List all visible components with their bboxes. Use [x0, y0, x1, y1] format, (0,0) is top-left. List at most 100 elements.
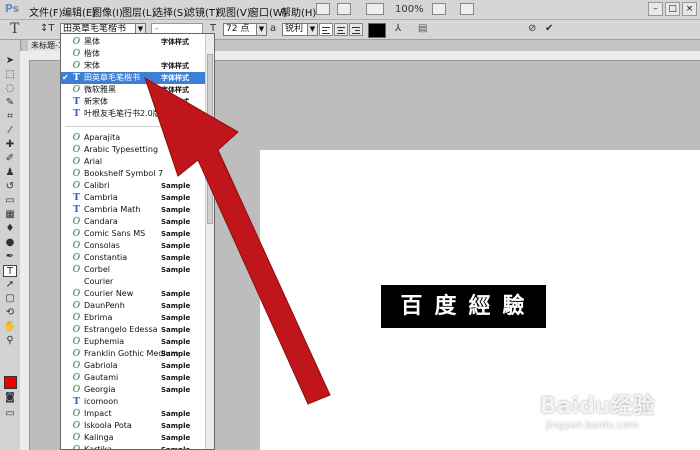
baidu-watermark: Baidu经验 jingyan.baidu.com — [540, 388, 690, 438]
opentype-font-icon: O — [72, 169, 81, 179]
screen-mode-icon[interactable] — [460, 3, 474, 15]
opentype-font-icon: O — [72, 409, 81, 419]
lasso-tool-icon[interactable]: ◌ — [3, 83, 17, 95]
character-panel-icon[interactable]: ▤ — [418, 23, 427, 34]
font-list-item[interactable]: O Courier New Sample — [61, 288, 207, 300]
cancel-icon[interactable]: ⊘ — [528, 23, 536, 34]
font-list-item[interactable]: O Bookshelf Symbol 7 — [61, 168, 207, 180]
commit-check-icon[interactable]: ✔ — [545, 23, 553, 34]
font-list-item[interactable]: O 楷体 — [61, 48, 207, 60]
font-list-item[interactable]: O 黑体 字体样式 — [61, 36, 207, 48]
3d-rotate-icon[interactable]: ⟲ — [3, 307, 17, 319]
arrange-documents-icon[interactable] — [432, 3, 446, 15]
gradient-tool-icon[interactable]: ▦ — [3, 209, 17, 221]
close-window-button[interactable]: × — [682, 2, 697, 16]
font-list-item[interactable]: O Gabriola Sample — [61, 360, 207, 372]
font-list-item[interactable]: O Candara Sample — [61, 216, 207, 228]
maximize-button[interactable]: □ — [665, 2, 680, 16]
font-size-field[interactable]: 72 点 — [223, 23, 257, 36]
font-list-item[interactable]: ✔ T 田英章毛笔楷书 字体样式 — [61, 72, 207, 84]
font-list-item[interactable]: T Cambria Sample — [61, 192, 207, 204]
brush-tool-icon[interactable]: ✐ — [3, 153, 17, 165]
shape-tool-icon[interactable]: ▢ — [3, 293, 17, 305]
path-select-icon[interactable]: ➚ — [3, 279, 17, 291]
font-list-item[interactable]: O Arabic Typesetting — [61, 144, 207, 156]
font-list-item[interactable]: T Cambria Math Sample — [61, 204, 207, 216]
font-list-item[interactable]: O Corbel Sample — [61, 264, 207, 276]
anti-alias-select[interactable]: 锐利 — [282, 23, 309, 36]
eyedropper-icon[interactable]: ⁄ — [3, 125, 17, 137]
font-list-item[interactable]: O Constantia Sample — [61, 252, 207, 264]
font-list-item[interactable]: O Calibri Sample — [61, 180, 207, 192]
bridge-icon[interactable] — [316, 3, 330, 15]
opentype-font-icon: O — [72, 421, 81, 431]
font-sample: Sample — [161, 362, 191, 370]
font-sample: Sample — [161, 386, 191, 394]
font-list-item[interactable]: O Georgia Sample — [61, 384, 207, 396]
menu-help[interactable]: 帮助(H) — [281, 4, 316, 19]
menu-file[interactable]: 文件(F) — [29, 4, 63, 19]
dropdown-scrollbar[interactable] — [205, 34, 214, 449]
font-list-item[interactable]: Ticomoon — [61, 396, 207, 408]
font-list-item[interactable]: Courier — [61, 276, 207, 288]
font-list-item[interactable]: O Comic Sans MS Sample — [61, 228, 207, 240]
history-brush-icon[interactable]: ↺ — [3, 181, 17, 193]
font-list-item[interactable]: O Estrangelo Edessa Sample — [61, 324, 207, 336]
font-list-item[interactable]: T 叶根友毛笔行书2.0版 字体样式 — [61, 108, 207, 120]
move-tool-icon[interactable]: ➤ — [3, 55, 17, 67]
quick-mask-icon[interactable]: ◙ — [3, 392, 17, 404]
menu-image[interactable]: 图像(I) — [92, 4, 123, 19]
hand-tool-icon[interactable]: ✋ — [3, 321, 17, 333]
eraser-tool-icon[interactable]: ▭ — [3, 195, 17, 207]
font-list-item[interactable]: O Impact Sample — [61, 408, 207, 420]
align-center-button[interactable] — [334, 23, 348, 36]
align-left-button[interactable] — [319, 23, 333, 36]
font-list-item[interactable]: O Kartika Sample — [61, 444, 207, 449]
chevron-down-icon[interactable]: ▼ — [307, 23, 318, 36]
font-list-item[interactable]: O Iskoola Pota Sample — [61, 420, 207, 432]
chevron-down-icon[interactable]: ▼ — [256, 23, 267, 36]
zoom-tool-icon[interactable]: ⚲ — [3, 335, 17, 347]
healing-brush-icon[interactable]: ✚ — [3, 139, 17, 151]
foreground-color-swatch[interactable] — [4, 376, 17, 389]
zoom-level[interactable]: 100% — [395, 4, 424, 15]
blur-tool-icon[interactable]: ♦ — [3, 223, 17, 235]
menu-layer[interactable]: 图层(L) — [122, 4, 155, 19]
menu-view[interactable]: 视图(V) — [216, 4, 251, 19]
font-list-item[interactable]: O 微软雅黑 字体样式 — [61, 84, 207, 96]
font-list-item[interactable]: O Kalinga Sample — [61, 432, 207, 444]
menu-edit[interactable]: 编辑(E) — [62, 4, 96, 19]
font-list-item[interactable]: O Aparajita — [61, 132, 207, 144]
dodge-tool-icon[interactable]: ● — [3, 237, 17, 249]
menu-select[interactable]: 选择(S) — [153, 4, 187, 19]
font-name: Corbel — [84, 265, 110, 274]
font-list-item[interactable]: O 宋体 字体样式 — [61, 60, 207, 72]
align-right-button[interactable] — [349, 23, 363, 36]
menu-filter[interactable]: 滤镜(T) — [185, 4, 219, 19]
minimize-button[interactable]: – — [648, 2, 663, 16]
pen-tool-icon[interactable]: ✒ — [3, 251, 17, 263]
warp-text-icon[interactable]: ⅄ — [395, 23, 401, 34]
scrollbar-thumb[interactable] — [207, 54, 213, 224]
text-color-swatch[interactable] — [368, 23, 386, 38]
screen-mode-icon[interactable]: ▭ — [3, 408, 17, 420]
font-list-item[interactable]: T 新宋体 字体样式 — [61, 96, 207, 108]
font-list-item[interactable]: O Arial — [61, 156, 207, 168]
type-tool-icon[interactable]: T — [3, 265, 17, 277]
font-name: 楷体 — [84, 49, 100, 58]
font-list-item[interactable]: O Consolas Sample — [61, 240, 207, 252]
type-tool-icon[interactable]: T — [10, 21, 19, 37]
font-list-item[interactable]: O Euphemia Sample — [61, 336, 207, 348]
font-list-item[interactable]: O Ebrima Sample — [61, 312, 207, 324]
font-list-item[interactable]: O Franklin Gothic Medium Sample — [61, 348, 207, 360]
font-list-item[interactable]: O DaunPenh Sample — [61, 300, 207, 312]
quick-select-icon[interactable]: ✎ — [3, 97, 17, 109]
view-extras-icon[interactable] — [366, 3, 384, 15]
mini-bridge-icon[interactable] — [337, 3, 351, 15]
crop-tool-icon[interactable]: ⌗ — [3, 111, 17, 123]
text-orientation-icon[interactable]: ↕T — [40, 23, 55, 34]
marquee-tool-icon[interactable]: ⬚ — [3, 69, 17, 81]
text-layer[interactable]: 百度經驗 — [381, 285, 546, 328]
font-list-item[interactable]: O Gautami Sample — [61, 372, 207, 384]
clone-stamp-icon[interactable]: ♟ — [3, 167, 17, 179]
